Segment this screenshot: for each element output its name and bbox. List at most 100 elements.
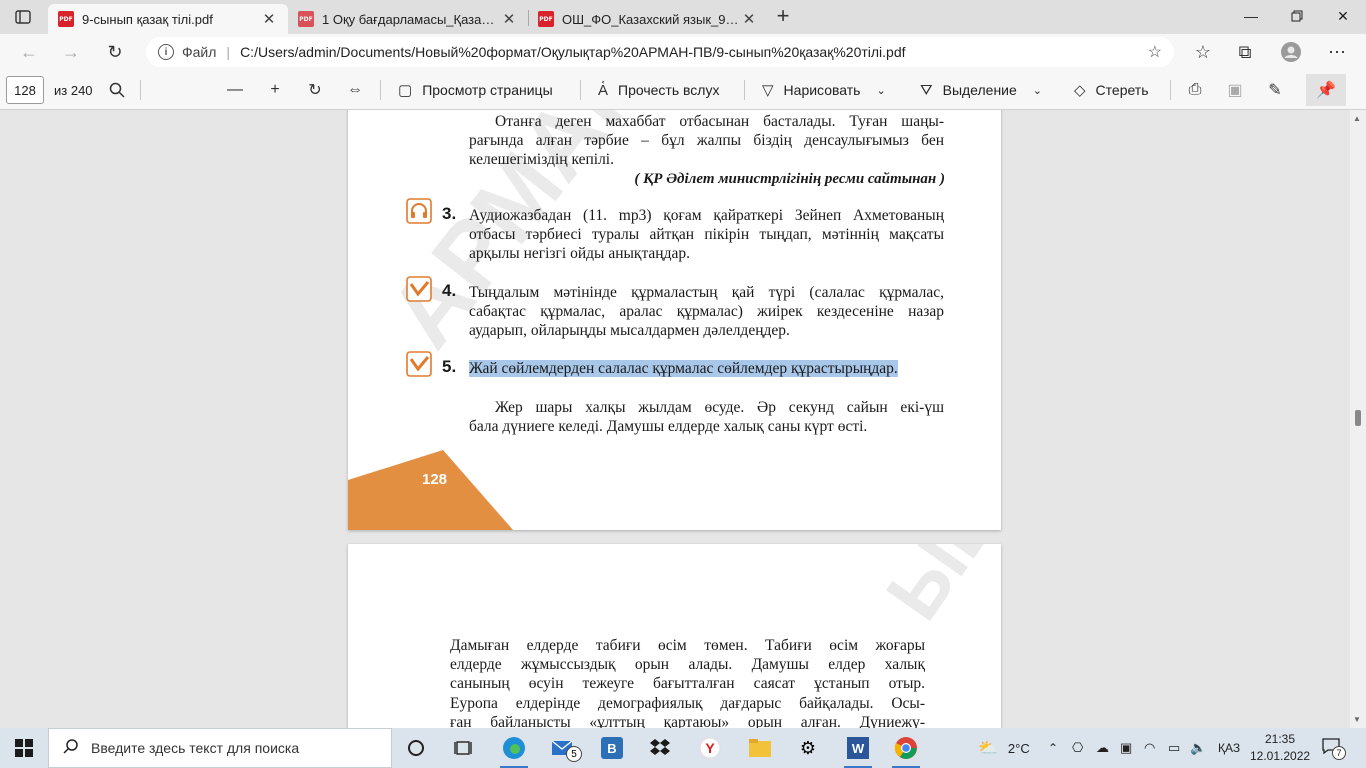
page2-paragraph: Дамыған елдерде табиғи өсім төмен. Табиғ… <box>450 636 925 728</box>
chevron-down-icon[interactable]: ⌄ <box>876 84 885 97</box>
mail-icon[interactable]: 5 <box>544 732 584 764</box>
toolbar-separator <box>140 80 141 100</box>
minimize-icon[interactable]: — <box>1228 0 1274 32</box>
info-icon[interactable]: i <box>158 44 174 60</box>
clock-date: 12.01.2022 <box>1250 749 1311 763</box>
print-icon[interactable]: ⎙ <box>1184 79 1206 101</box>
pdf-page-128: АРМАН-ПВ Отанға деген махаббат отбасынан… <box>348 110 1001 530</box>
task-number: 4. <box>442 281 457 300</box>
erase-button[interactable]: ◇ Стереть <box>1074 79 1149 101</box>
scroll-down-icon[interactable]: ▼ <box>1353 715 1361 724</box>
tab-assessment[interactable]: PDF ОШ_ФО_Казахский язык_9 класс ✕ <box>528 4 768 34</box>
page-view-button[interactable]: ▢ Просмотр страницы <box>398 79 553 101</box>
text-line: Дамыған елдерде табиғи өсім төмен. Табиғ… <box>450 637 925 654</box>
cloud-icon[interactable]: ☁ <box>1096 728 1109 768</box>
pdf-page-129: ЫЫ Дамыған елдерде табиғи өсім төмен. Та… <box>348 544 1001 728</box>
search-icon[interactable] <box>106 79 128 101</box>
weather-widget[interactable]: ⛅ 2°C <box>978 728 1030 768</box>
chrome-icon[interactable] <box>886 732 926 768</box>
read-aloud-icon: A᷾ <box>598 81 609 99</box>
profile-avatar[interactable] <box>1276 38 1306 66</box>
zoom-out-icon[interactable]: — <box>224 79 246 101</box>
highlighter-icon: ⛛ <box>920 81 933 99</box>
address-scheme: Файл <box>182 44 217 60</box>
close-window-icon[interactable]: ✕ <box>1320 0 1366 32</box>
word-icon[interactable]: W <box>838 732 878 768</box>
restore-icon[interactable] <box>1274 0 1320 32</box>
refresh-icon[interactable]: ↻ <box>100 38 130 66</box>
text-line: Еуропа елдерінде демографиялық дағдарыс … <box>450 694 925 712</box>
task-number: 5. <box>442 357 457 376</box>
page-number-input[interactable]: 128 <box>6 76 44 104</box>
action-center-icon[interactable]: 7 <box>1322 728 1346 768</box>
pdf-toolbar: 128 из 240 — + ↻ ⇔ ▢ Просмотр страницы A… <box>0 70 1366 110</box>
meet-now-icon[interactable]: ⎔ <box>1072 728 1083 768</box>
volume-icon[interactable]: 🔈 <box>1190 728 1206 768</box>
battery-icon[interactable]: ▭ <box>1168 728 1180 768</box>
tab-program[interactable]: PDF 1 Оқу бағдарламасы_Қазақ тілі ✕ <box>288 4 528 34</box>
bookmarks-app-icon[interactable]: B <box>592 732 632 764</box>
mail-badge: 5 <box>566 746 582 762</box>
windows-start-icon[interactable] <box>0 728 48 768</box>
address-bar[interactable]: i Файл | C:/Users/admin/Documents/Новый%… <box>146 37 1174 67</box>
zoom-in-icon[interactable]: + <box>264 79 286 101</box>
page-corner-decoration <box>348 450 513 530</box>
address-divider: | <box>226 44 231 60</box>
more-menu-icon[interactable]: ⋯ <box>1322 38 1352 66</box>
weather-icon: ⛅ <box>978 740 998 757</box>
file-explorer-icon[interactable] <box>740 732 780 764</box>
forward-icon[interactable]: → <box>56 38 86 66</box>
scroll-up-icon[interactable]: ▲ <box>1353 114 1361 123</box>
checkmark-icon <box>406 351 432 377</box>
close-icon[interactable]: ✕ <box>740 10 758 28</box>
source-citation: ( ҚР Әділет министрлігінің ресми сайтына… <box>634 171 945 187</box>
text-line: елдерде жұмыссыздық орын алады. Дамушы е… <box>450 656 925 674</box>
new-tab-button[interactable]: + <box>770 4 796 30</box>
chevron-down-icon[interactable]: ⌄ <box>1033 84 1042 97</box>
clock-time: 21:35 <box>1264 732 1296 746</box>
cortana-icon[interactable] <box>396 732 436 764</box>
read-aloud-button[interactable]: A᷾ Прочесть вслух <box>598 79 719 101</box>
text-line: рағында алған тәрбие – бұл жалпы біздің … <box>469 132 944 150</box>
settings-gear-icon[interactable]: ⚙ <box>788 732 828 764</box>
notification-center-app-icon[interactable]: ▣ <box>1120 728 1132 768</box>
draw-label: Нарисовать <box>783 82 861 98</box>
collections-icon[interactable]: ⧉ <box>1230 38 1260 66</box>
save-as-icon[interactable]: ✎ <box>1264 79 1286 101</box>
close-icon[interactable]: ✕ <box>500 10 518 28</box>
tab-actions-icon[interactable] <box>8 6 38 28</box>
clock[interactable]: 21:35 12.01.2022 <box>1250 731 1310 765</box>
vertical-scrollbar[interactable]: ▲ ▼ <box>1350 110 1366 728</box>
edge-icon[interactable] <box>494 732 534 768</box>
address-url[interactable]: C:/Users/admin/Documents/Новый%20формат/… <box>240 44 905 60</box>
back-icon[interactable]: ← <box>14 38 44 66</box>
text-line: сабақтас құрмалас, аралас құрмалас) жиір… <box>469 303 944 321</box>
text-line: бала дүниеге келеді. Дамушы елдерде халы… <box>469 418 868 436</box>
add-favorite-icon[interactable]: ☆ <box>1148 42 1162 62</box>
tab-title: 9-сынып қазақ тілі.pdf <box>82 11 213 27</box>
favorites-icon[interactable]: ☆ <box>1188 38 1218 66</box>
language-indicator[interactable]: ҚАЗ <box>1218 728 1240 768</box>
save-icon[interactable]: ▣ <box>1224 79 1246 101</box>
page-total: из 240 <box>54 83 93 98</box>
close-icon[interactable]: ✕ <box>260 10 278 28</box>
fit-width-icon[interactable]: ⇔ <box>344 79 366 101</box>
network-icon[interactable]: ◠ <box>1144 728 1155 768</box>
task-view-icon[interactable] <box>444 732 484 764</box>
dropbox-icon[interactable] <box>640 732 680 764</box>
pdf-viewer[interactable]: АРМАН-ПВ Отанға деген махаббат отбасынан… <box>0 110 1366 728</box>
text-line: арқылы негізгі ойды анықтаңдар. <box>469 245 690 263</box>
rotate-icon[interactable]: ↻ <box>304 79 326 101</box>
yandex-browser-icon[interactable]: Y <box>690 732 730 764</box>
scrollbar-thumb[interactable] <box>1355 410 1361 426</box>
highlighted-text[interactable]: Жай сөйлемдерден салалас құрмалас сөйлем… <box>469 360 898 377</box>
intro-paragraph: Отанға деген махаббат отбасынан басталад… <box>469 112 944 170</box>
show-hidden-icons[interactable]: ⌃ <box>1048 728 1058 768</box>
tab-pdf-kazakh[interactable]: PDF 9-сынып қазақ тілі.pdf ✕ <box>48 4 288 34</box>
toolbar-separator <box>1170 80 1171 100</box>
highlight-button[interactable]: ⛛ Выделение ⌄ <box>920 79 1042 101</box>
draw-button[interactable]: ▽ Нарисовать ⌄ <box>762 79 886 101</box>
pdf-icon: PDF <box>298 11 314 27</box>
taskbar-search[interactable]: Введите здесь текст для поиска <box>48 728 392 768</box>
pin-toolbar-icon[interactable]: 📌 <box>1306 74 1346 106</box>
